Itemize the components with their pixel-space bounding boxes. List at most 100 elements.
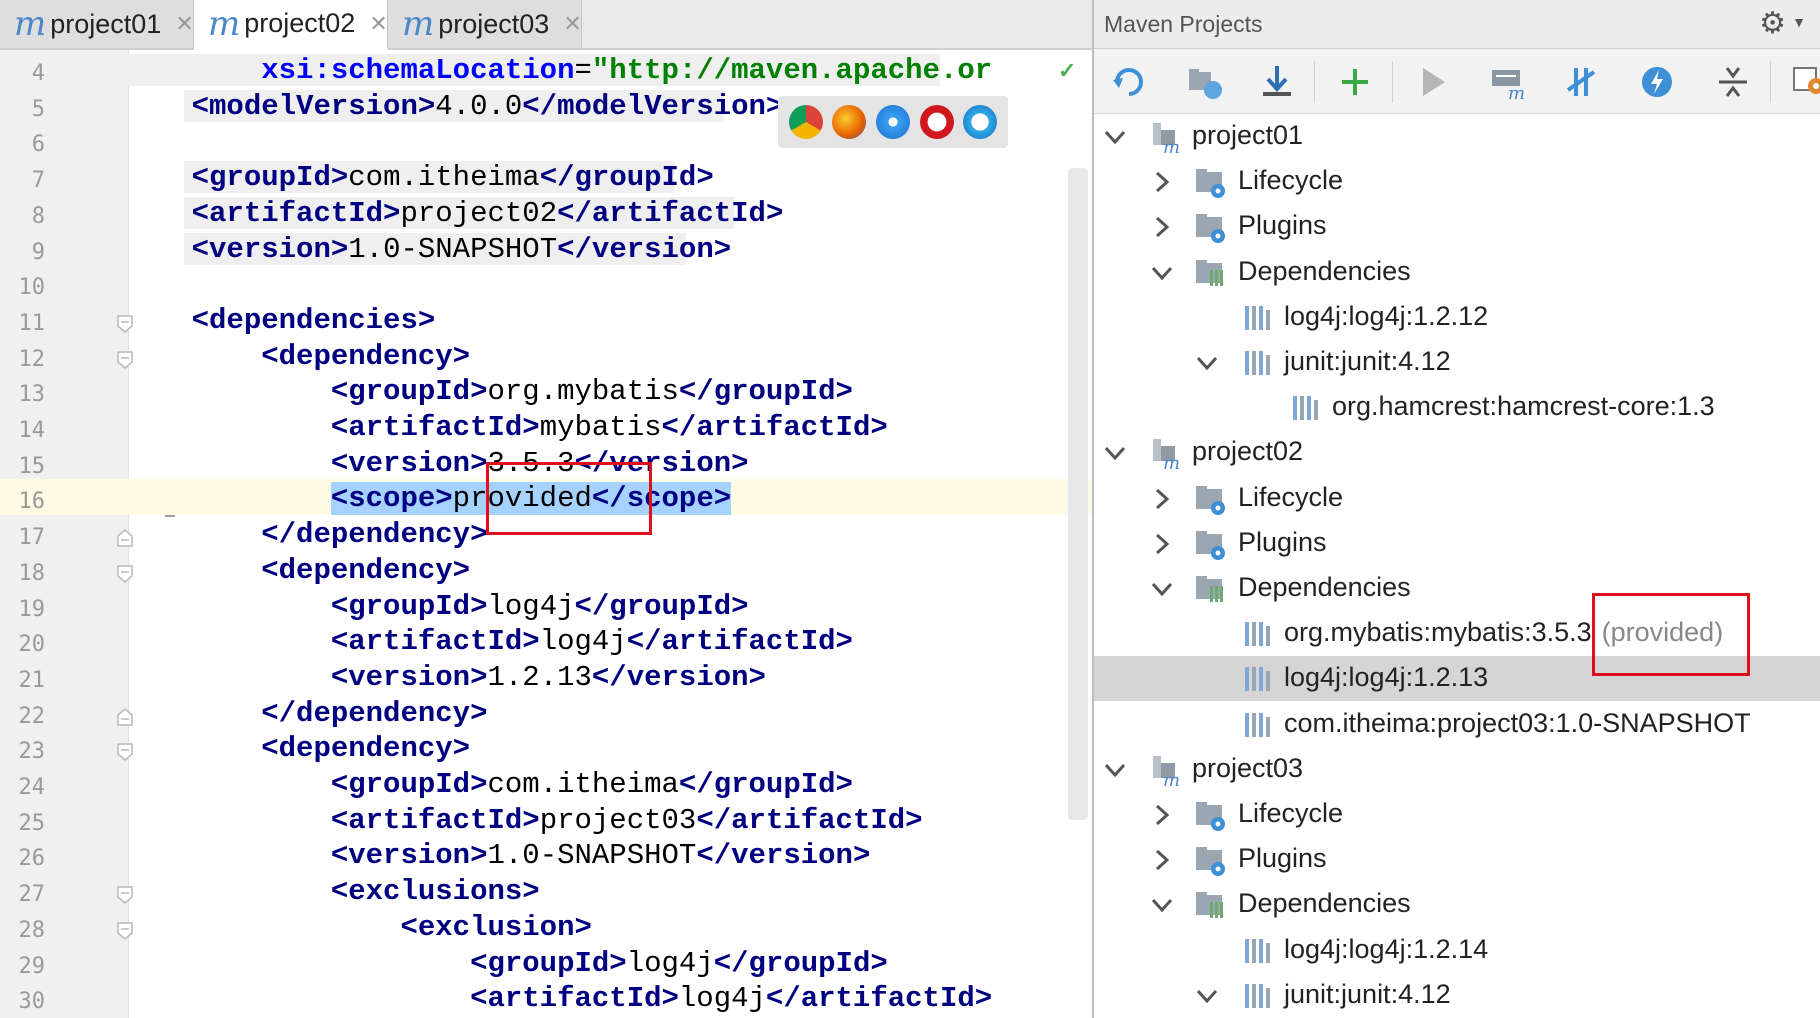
safari-icon[interactable] — [875, 105, 910, 139]
chrome-icon[interactable] — [788, 105, 823, 139]
tree-item-deps[interactable]: Dependencies — [1094, 250, 1820, 295]
code-line[interactable] — [128, 265, 1092, 301]
code-line[interactable]: <groupId>org.mybatis</groupId> — [128, 372, 1092, 408]
tree-item-lib[interactable]: com.itheima:project03:1.0-SNAPSHOT — [1094, 702, 1820, 747]
chevron-right-icon[interactable] — [1149, 486, 1175, 512]
tree-item-lib[interactable]: junit:junit:4.12 — [1094, 973, 1820, 1018]
code-text: <artifactId>project02</artifactId> — [191, 196, 784, 230]
line-number: 19 — [18, 596, 46, 622]
tree-item-label: Dependencies — [1238, 572, 1411, 603]
tree-item-label: project02 — [1192, 436, 1303, 467]
provided-highlight-box — [486, 462, 652, 535]
chevron-down-icon[interactable] — [1102, 440, 1128, 466]
skip-tests-icon[interactable] — [1636, 61, 1678, 103]
chevron-right-icon[interactable] — [1149, 169, 1175, 195]
generate-sources-icon[interactable] — [1184, 61, 1226, 103]
library-icon — [1242, 617, 1276, 651]
code-line[interactable]: <artifactId>log4j</artifactId> — [128, 622, 1092, 658]
tree-item-folder[interactable]: Plugins — [1094, 204, 1820, 249]
tree-item-text: Dependencies — [1238, 888, 1411, 919]
chevron-right-icon[interactable] — [1149, 802, 1175, 828]
collapse-all-icon[interactable] — [1712, 61, 1754, 103]
tree-item-folder[interactable]: Plugins — [1094, 521, 1820, 566]
code-line[interactable]: xsi:schemaLocation="http://maven.apache.… — [120, 51, 1092, 87]
run-icon[interactable] — [1412, 61, 1454, 103]
tree-item-folder[interactable]: Lifecycle — [1094, 792, 1820, 837]
tree-item-folder[interactable]: Plugins — [1094, 837, 1820, 882]
tab-label: project03 — [438, 8, 550, 39]
inspection-ok-icon: ✓ — [1058, 58, 1077, 83]
tree-item-deps[interactable]: Dependencies — [1094, 882, 1820, 927]
chevron-down-icon[interactable] — [1194, 350, 1220, 376]
tree-item-label: Lifecycle — [1238, 482, 1343, 513]
tree-item-folder[interactable]: Lifecycle — [1094, 476, 1820, 521]
code-line[interactable]: <groupId>com.itheima</groupId> — [128, 765, 1092, 801]
tree-item-lib[interactable]: org.hamcrest:hamcrest-core:1.3 — [1094, 385, 1820, 430]
chevron-down-icon[interactable] — [1149, 576, 1175, 602]
tree-item-lib[interactable]: log4j:log4j:1.2.12 — [1094, 295, 1820, 340]
tree-item-text: project02 — [1192, 436, 1304, 467]
gear-icon[interactable]: ⚙ — [1759, 6, 1786, 41]
tree-item-lib[interactable]: log4j:log4j:1.2.14 — [1094, 928, 1820, 973]
code-line[interactable]: <dependency> — [128, 337, 1092, 373]
tree-item-text: junit:junit:4.12 — [1284, 978, 1451, 1009]
code-text: <groupId>log4j</groupId> — [330, 589, 749, 623]
code-line[interactable]: <groupId>log4j</groupId> — [128, 944, 1092, 980]
code-editor[interactable]: m project01 ✕ m project02 ✕ m project03 ✕ 456789… — [0, 0, 1092, 1018]
tree-item-lib[interactable]: junit:junit:4.12 — [1094, 340, 1820, 385]
tree-item-folder[interactable]: Lifecycle — [1094, 159, 1820, 204]
firefox-icon[interactable] — [832, 105, 867, 139]
chevron-right-icon[interactable] — [1149, 531, 1175, 557]
toggle-offline-icon[interactable] — [1561, 61, 1603, 103]
line-number: 23 — [18, 739, 46, 765]
chevron-down-icon[interactable] — [1102, 757, 1128, 783]
reimport-icon[interactable] — [1108, 61, 1150, 103]
tab-project02[interactable]: m project02 ✕ — [194, 0, 388, 50]
close-icon[interactable]: ✕ — [175, 11, 193, 37]
code-line[interactable]: <version>1.2.13</version> — [128, 658, 1092, 694]
close-icon[interactable]: ✕ — [369, 11, 387, 37]
chevron-down-icon[interactable]: ▼ — [1792, 14, 1806, 30]
ie-icon[interactable] — [963, 105, 998, 139]
code-text: <artifactId>log4j</artifactId> — [330, 625, 853, 659]
tree-item-project[interactable]: m project01 — [1094, 114, 1820, 159]
code-line[interactable]: <dependency> — [128, 729, 1092, 765]
code-line[interactable]: <artifactId>project03</artifactId> — [128, 801, 1092, 837]
opera-icon[interactable] — [919, 105, 954, 139]
chevron-right-icon[interactable] — [1149, 847, 1175, 873]
code-line[interactable]: <dependency> — [128, 551, 1092, 587]
add-icon[interactable] — [1334, 61, 1376, 103]
code-line[interactable]: <artifactId>project02</artifactId> — [128, 194, 1092, 230]
code-line[interactable]: </dependency> — [128, 694, 1092, 730]
chevron-down-icon[interactable] — [1102, 124, 1128, 150]
tree-item-text: Plugins — [1238, 843, 1327, 874]
code-line[interactable]: <version>1.0-SNAPSHOT</version> — [128, 836, 1092, 872]
code-line[interactable]: <exclusion> — [128, 908, 1092, 944]
tree-item-text: org.mybatis:mybatis:3.5.3 — [1284, 617, 1592, 648]
execute-goal-icon[interactable]: m — [1487, 61, 1529, 103]
code-line[interactable]: <exclusions> — [128, 872, 1092, 908]
chevron-down-icon[interactable] — [1149, 260, 1175, 286]
chevron-right-icon[interactable] — [1149, 214, 1175, 240]
close-icon[interactable]: ✕ — [563, 11, 581, 37]
code-line[interactable]: <version>1.0-SNAPSHOT</version> — [128, 230, 1092, 266]
download-icon[interactable] — [1256, 61, 1298, 103]
code-line[interactable]: <groupId>com.itheima</groupId> — [128, 158, 1092, 194]
tree-item-project[interactable]: m project02 — [1094, 430, 1820, 475]
maven-m-icon: m — [14, 4, 47, 44]
chevron-down-icon[interactable] — [1149, 892, 1175, 918]
vertical-scrollbar[interactable] — [1068, 168, 1088, 820]
tab-project01[interactable]: m project01 ✕ — [0, 0, 194, 48]
tab-project03[interactable]: m project03 ✕ — [388, 0, 582, 48]
chevron-down-icon[interactable] — [1194, 983, 1220, 1009]
line-number: 22 — [18, 703, 46, 729]
tree-item-label: log4j:log4j:1.2.14 — [1284, 934, 1488, 965]
code-line[interactable]: <groupId>log4j</groupId> — [128, 587, 1092, 623]
code-line[interactable]: <artifactId>log4j</artifactId> — [128, 979, 1092, 1015]
settings-icon[interactable] — [1788, 61, 1820, 103]
line-number: 7 — [31, 168, 45, 194]
code-line[interactable]: <dependencies> — [128, 301, 1092, 337]
tree-item-project[interactable]: m project03 — [1094, 747, 1820, 792]
code-line[interactable]: <artifactId>mybatis</artifactId> — [128, 408, 1092, 444]
code-text: <artifactId>project03</artifactId> — [330, 803, 923, 837]
